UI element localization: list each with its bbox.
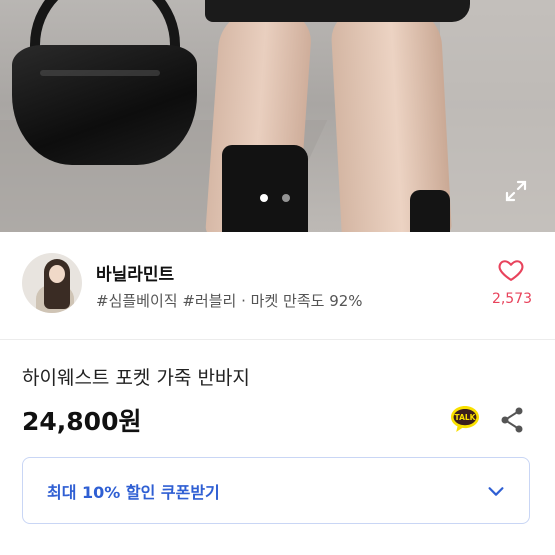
background-floor bbox=[440, 0, 555, 232]
leather-shorts bbox=[205, 0, 470, 22]
kakao-talk-button[interactable]: TALK bbox=[449, 404, 481, 434]
coupon-label: 최대 10% 할인 쿠폰받기 bbox=[47, 482, 220, 502]
avatar[interactable] bbox=[22, 253, 82, 313]
talk-badge-text: TALK bbox=[455, 413, 477, 422]
boot bbox=[222, 145, 308, 232]
gallery-dot-active[interactable] bbox=[260, 194, 268, 202]
seller-section[interactable]: 바닐라민트 #심플베이직 #러블리 · 마켓 만족도 92% 2,573 bbox=[0, 232, 555, 340]
seller-meta: #심플베이직 #러블리 · 마켓 만족도 92% bbox=[96, 290, 363, 311]
share-button[interactable] bbox=[499, 406, 525, 434]
share-icon bbox=[501, 407, 523, 433]
expand-icon bbox=[505, 180, 527, 202]
coupon-button[interactable]: 최대 10% 할인 쿠폰받기 bbox=[22, 457, 530, 524]
seller-tags: #심플베이직 #러블리 bbox=[96, 292, 237, 310]
product-price: 24,800원 bbox=[22, 407, 142, 436]
heart-icon bbox=[498, 260, 524, 281]
meta-separator: · bbox=[241, 292, 246, 310]
chevron-down-icon bbox=[488, 487, 504, 496]
like-button[interactable] bbox=[497, 256, 525, 284]
kakao-talk-icon: TALK bbox=[451, 406, 479, 432]
seller-satisfaction: 마켓 만족도 92% bbox=[250, 292, 363, 310]
seller-name[interactable]: 바닐라민트 bbox=[96, 260, 174, 285]
like-count: 2,573 bbox=[491, 291, 533, 307]
handbag bbox=[12, 45, 197, 165]
gallery-pagination bbox=[260, 194, 290, 202]
bag-shine bbox=[40, 70, 160, 76]
expand-button[interactable] bbox=[502, 177, 530, 205]
avatar-face bbox=[49, 265, 65, 283]
gallery-dot[interactable] bbox=[282, 194, 290, 202]
boot bbox=[410, 190, 450, 232]
product-title: 하이웨스트 포켓 가죽 반바지 bbox=[22, 367, 250, 389]
product-image[interactable] bbox=[0, 0, 555, 232]
